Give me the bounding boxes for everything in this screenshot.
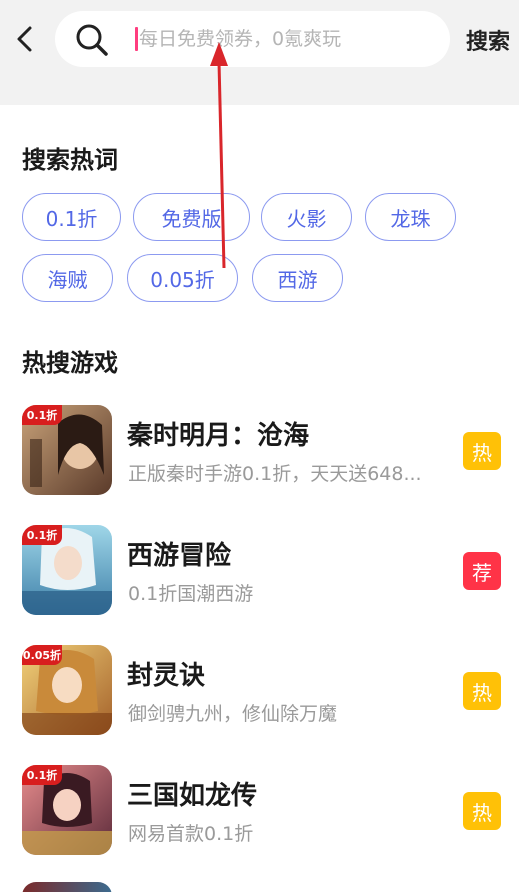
discount-ribbon: 0.1折	[22, 525, 62, 545]
search-icon[interactable]	[75, 23, 109, 57]
discount-ribbon: 0.1折	[22, 405, 62, 425]
chevron-left-icon[interactable]	[12, 24, 40, 54]
search-input[interactable]	[139, 11, 434, 67]
hot-word-chip[interactable]: 0.1折	[22, 193, 121, 241]
game-description: 网易首款0.1折	[128, 823, 254, 845]
hot-games-title: 热搜游戏	[22, 349, 118, 377]
game-item[interactable]: 0.05折 封灵诀 御剑骋九州，修仙除万魔 热	[0, 645, 519, 745]
game-title: 西游冒险	[127, 541, 232, 571]
game-title: 秦时明月：沧海	[127, 421, 310, 451]
game-title: 三国如龙传	[127, 781, 258, 811]
hot-words-title: 搜索热词	[22, 146, 118, 174]
top-bar: 搜索	[0, 0, 519, 105]
game-icon[interactable]: 0.1折	[22, 405, 112, 495]
hot-word-chip[interactable]: 0.05折	[127, 254, 238, 302]
hot-badge: 热	[463, 672, 501, 710]
hot-word-chip[interactable]: 海贼	[22, 254, 113, 302]
game-icon[interactable]: 0.05折	[22, 645, 112, 735]
game-icon[interactable]	[22, 882, 112, 892]
game-icon[interactable]: 0.1折	[22, 765, 112, 855]
hot-word-chip[interactable]: 免费版	[133, 193, 250, 241]
game-icon[interactable]: 0.1折	[22, 525, 112, 615]
discount-ribbon: 0.1折	[22, 765, 62, 785]
recommend-badge: 荐	[463, 552, 501, 590]
game-description: 御剑骋九州，修仙除万魔	[128, 703, 338, 725]
game-description: 正版秦时手游0.1折，天天送648...	[128, 463, 422, 485]
game-description: 0.1折国潮西游	[128, 583, 254, 605]
hot-word-chip[interactable]: 火影	[261, 193, 352, 241]
hot-word-chip[interactable]: 西游	[252, 254, 343, 302]
hot-word-chip[interactable]: 龙珠	[365, 193, 456, 241]
discount-ribbon: 0.05折	[22, 645, 62, 665]
game-item[interactable]: 0.1折 三国如龙传 网易首款0.1折 热	[0, 765, 519, 865]
game-item[interactable]: 0.1折 秦时明月：沧海 正版秦时手游0.1折，天天送648... 热	[0, 405, 519, 505]
hot-badge: 热	[463, 792, 501, 830]
text-cursor	[135, 27, 138, 51]
search-button[interactable]: 搜索	[466, 24, 510, 56]
game-item[interactable]: 0.1折 西游冒险 0.1折国潮西游 荐	[0, 525, 519, 625]
hot-badge: 热	[463, 432, 501, 470]
search-box[interactable]	[55, 11, 450, 67]
game-title: 封灵诀	[127, 661, 206, 691]
